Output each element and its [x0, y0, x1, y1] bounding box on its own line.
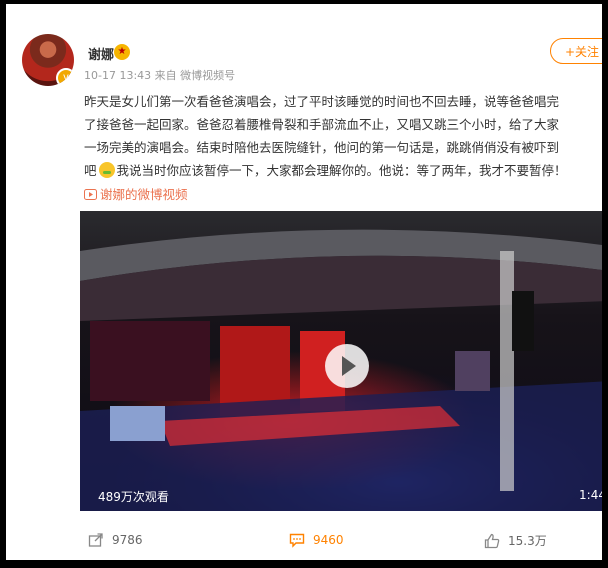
post-meta: 10-17 13:43 来自 微博视频号: [84, 69, 236, 82]
vip-crown-icon: ★: [114, 44, 130, 60]
video-duration: 1:44: [579, 488, 602, 502]
view-count: 489万次观看: [98, 490, 169, 504]
post-text-line: 吧 我说当时你应该暂停一下，大家都会理解你的。他说：等了两年，我才不要暂停！: [84, 159, 602, 182]
post-text-fragment: 吧: [84, 163, 97, 178]
like-button[interactable]: 15.3万: [484, 532, 547, 549]
repost-count: 9786: [112, 533, 143, 547]
action-bar: 9786 9460 15.3万: [6, 522, 602, 558]
post-text-line: 一场完美的演唱会。结束时陪他去医院缝针，他问的第一句话是，跳跳俏俏没有被吓到: [84, 140, 560, 155]
post-text-line: 昨天是女儿们第一次看爸爸演唱会，过了平时该睡觉的时间也不回去睡，说等爸爸唱完: [84, 94, 560, 109]
crying-emoji-icon: [98, 162, 115, 178]
video-player[interactable]: 489万次观看 1:44: [80, 211, 602, 511]
comment-icon: [289, 533, 305, 548]
verified-badge-icon: v: [56, 68, 74, 86]
author-name[interactable]: 谢娜: [88, 44, 114, 63]
post-text-line: 了接爸爸一起回家。爸爸忍着腰椎骨裂和手部流血不止，又唱又跳三个小时，给了大家: [84, 117, 560, 132]
video-link-label: 谢娜的微博视频: [100, 187, 188, 202]
follow-button[interactable]: +关注: [550, 38, 602, 64]
weibo-post-card: v 谢娜 ★ 10-17 13:43 来自 微博视频号 +关注 昨天是女儿们第一…: [6, 4, 602, 560]
video-link[interactable]: 谢娜的微博视频: [84, 184, 188, 203]
comment-count: 9460: [313, 533, 344, 547]
comment-button[interactable]: 9460: [289, 532, 344, 548]
avatar[interactable]: v: [22, 34, 74, 86]
post-text-fragment: 我说当时你应该暂停一下，大家都会理解你的。他说：等了两年，我才不要暂停！: [116, 163, 567, 178]
repost-icon: [88, 533, 103, 547]
play-button[interactable]: [325, 344, 369, 388]
post-text: 昨天是女儿们第一次看爸爸演唱会，过了平时该睡觉的时间也不回去睡，说等爸爸唱完 了…: [84, 90, 602, 182]
repost-button[interactable]: 9786: [88, 532, 143, 548]
video-link-icon: [84, 189, 97, 200]
thumbs-up-icon: [484, 533, 500, 549]
like-count: 15.3万: [508, 534, 547, 548]
